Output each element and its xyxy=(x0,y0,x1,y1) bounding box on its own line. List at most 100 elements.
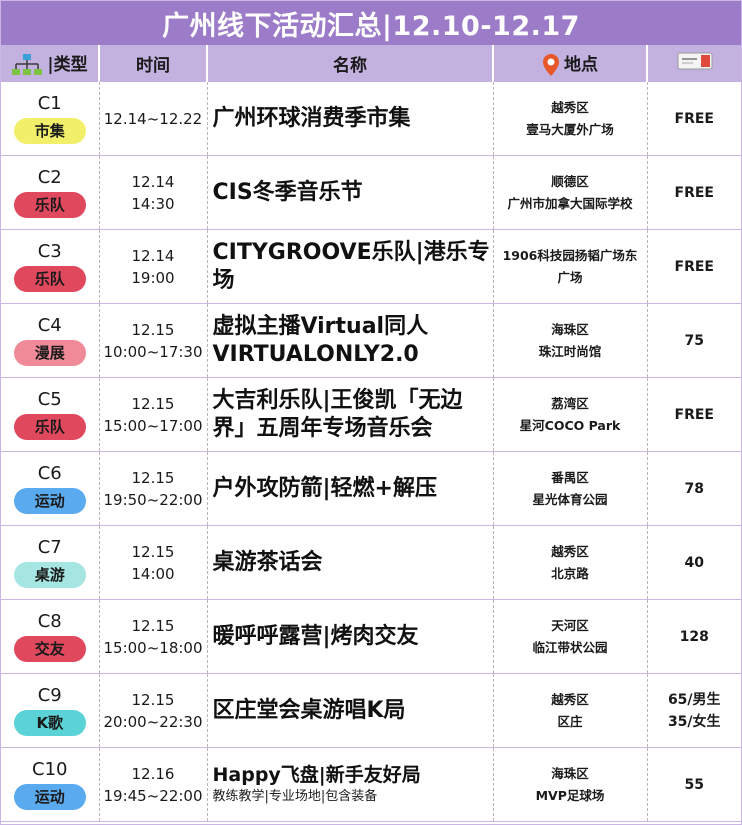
location-place: 区庄 xyxy=(557,713,583,729)
activity-time: 14:00 xyxy=(131,564,175,583)
price-cell: 128 xyxy=(647,599,741,674)
header-price xyxy=(647,45,741,82)
time-cell: 12.15 19:50~22:00 xyxy=(99,451,208,526)
location-district: 番禺区 xyxy=(551,469,589,485)
type-cell: C8 交友 xyxy=(1,599,100,674)
activity-code: C6 xyxy=(37,463,62,484)
location-cell: 天河区 临江带状公园 xyxy=(493,599,648,674)
name-cell: 广州环球消费季市集 xyxy=(207,82,494,156)
activity-time: 19:45~22:00 xyxy=(103,786,203,805)
category-badge: 漫展 xyxy=(13,340,86,366)
location-cell: 1906科技园扬韬广场东 广场 xyxy=(493,229,648,304)
hierarchy-icon xyxy=(12,54,43,75)
activity-subtitle: 教练教学|专业场地|包含装备 xyxy=(212,789,378,804)
activity-date: 12.14 xyxy=(131,246,175,265)
location-place: 壹马大厦外广场 xyxy=(526,121,614,137)
type-cell: C3 乐队 xyxy=(1,229,100,304)
activity-date: 12.15 xyxy=(131,542,175,561)
activity-time: 15:00~18:00 xyxy=(103,638,203,657)
activity-code: C5 xyxy=(37,389,62,410)
location-district: 海珠区 xyxy=(551,321,589,337)
location-cell: 越秀区壹马大厦外广场 xyxy=(493,82,648,156)
activity-time: 15:00~17:00 xyxy=(103,416,203,435)
location-cell: 海珠区 MVP足球场 xyxy=(493,747,648,822)
location-district: 越秀区 xyxy=(551,99,589,115)
price-value: 78 xyxy=(684,480,704,497)
activity-code: C10 xyxy=(32,759,68,780)
table-row: C1 市集 12.14~12.22 广州环球消费季市集 越秀区 壹马大厦外广场 FREE xyxy=(1,82,741,156)
location-place: 星光体育公园 xyxy=(532,491,608,507)
time-cell: 12.15 20:00~22:30 xyxy=(99,673,208,748)
location-district: 1906科技园扬韬广场东 xyxy=(502,247,638,263)
type-cell: C1 市集 xyxy=(1,82,100,156)
name-cell: CIS冬季音乐节 xyxy=(207,155,494,230)
header-location: 地点 xyxy=(493,45,648,82)
location-cell: 顺德区 广州市加拿大国际学校 xyxy=(493,155,648,230)
table-row: C10 运动 12.16 19:45~22:00 Happy飞盘|新手友好局 教练教学|专… xyxy=(1,747,741,822)
location-cell: 海珠区 珠江时尚馆 xyxy=(493,303,648,378)
table-row: C6 运动 12.15 19:50~22:00 户外攻防箭|轻燃+解压 番禺区 星光体育公园… xyxy=(1,451,741,526)
location-district: 越秀区 xyxy=(551,691,589,707)
activity-name: CIS冬季音乐节 xyxy=(212,179,363,205)
price-cell: 75 xyxy=(647,303,741,378)
category-badge: 乐队 xyxy=(13,414,86,440)
name-cell: 区庄堂会桌游唱K局 xyxy=(207,673,494,748)
price-cell: FREE xyxy=(647,155,741,230)
activity-code: C4 xyxy=(37,315,62,336)
header-name: 名称 xyxy=(207,45,494,82)
activity-name: 广州环球消费季市集 xyxy=(212,105,411,131)
location-district: 海珠区 xyxy=(551,765,589,781)
price-cell: 78 xyxy=(647,451,741,526)
activity-date: 12.15 xyxy=(131,468,175,487)
type-cell: C2 乐队 xyxy=(1,155,100,230)
price-cell: 40 xyxy=(647,525,741,600)
activity-code: C8 xyxy=(37,611,62,632)
name-cell: Happy飞盘|新手友好局教练教学|专业场地|包含装备 xyxy=(207,747,494,822)
activity-name: Happy飞盘|新手友好局 xyxy=(212,764,421,786)
type-cell: C5 乐队 xyxy=(1,377,100,452)
activity-name: 区庄堂会桌游唱K局 xyxy=(212,697,406,723)
header-time: 时间 xyxy=(99,45,208,82)
header-type-label: |类型 xyxy=(47,55,88,75)
type-cell: C10 运动 xyxy=(1,747,100,822)
page-title: 广州线下活动汇总|12.10-12.17 xyxy=(1,1,741,45)
price-value: FREE xyxy=(674,110,714,127)
type-cell: C7 桌游 xyxy=(1,525,100,600)
price-cell: FREE xyxy=(647,377,741,452)
time-cell: 12.15 14:00 xyxy=(99,525,208,600)
location-cell: 越秀区 区庄 xyxy=(493,673,648,748)
table-row: C7 桌游 12.15 14:00 桌游茶话会 越秀区 北京路 40 xyxy=(1,525,741,600)
table-row: C8 交友 12.15 15:00~18:00 暖呼呼露营|烤肉交友 天河区 临江带状公园 1… xyxy=(1,599,741,674)
location-pin-icon xyxy=(543,54,559,76)
price-value: FREE xyxy=(674,184,714,201)
location-place: 北京路 xyxy=(551,565,589,581)
price-value: 128 xyxy=(679,628,709,645)
price-cell: FREE xyxy=(647,82,741,156)
price-cell: 65/男生 35/女生 xyxy=(647,673,741,748)
activity-date: 12.15 xyxy=(131,690,175,709)
activity-date: 12.15 xyxy=(131,616,175,635)
name-cell: 虚拟主播Virtual同人VIRTUALONLY2.0 xyxy=(207,303,494,378)
table-row: C2 乐队 12.14 14:30 CIS冬季音乐节 顺德区 广州市加拿大国际学校 FREE xyxy=(1,155,741,230)
time-cell: 12.15 10:00~17:30 xyxy=(99,303,208,378)
location-cell: 越秀区 北京路 xyxy=(493,525,648,600)
name-cell: 暖呼呼露营|烤肉交友 xyxy=(207,599,494,674)
table-row: C3 乐队 12.14 19:00 CITYGROOVE乐队|港乐专场 1906科技园扬韬… xyxy=(1,229,741,304)
name-cell: 桌游茶话会 xyxy=(207,525,494,600)
time-cell: 12.15 15:00~18:00 xyxy=(99,599,208,674)
activity-time: 10:00~17:30 xyxy=(103,342,203,361)
table-row: C4 漫展 12.15 10:00~17:30 虚拟主播Virtual同人VIRTUAL… xyxy=(1,303,741,378)
category-badge: 桌游 xyxy=(13,562,86,588)
price-cell: 55 xyxy=(647,747,741,822)
type-cell: C4 漫展 xyxy=(1,303,100,378)
price-value: FREE xyxy=(674,406,714,423)
location-cell: 番禺区 星光体育公园 xyxy=(493,451,648,526)
table-header-row: |类型 时间 名称 地点 xyxy=(1,45,741,82)
activity-code: C1 xyxy=(37,93,62,114)
header-location-label: 地点 xyxy=(564,55,598,75)
activity-code: C2 xyxy=(37,167,62,188)
location-district: 顺德区 xyxy=(551,173,589,189)
table-row: C9 K歌 12.15 20:00~22:30 区庄堂会桌游唱K局 越秀区 区庄 65/男生 3… xyxy=(1,673,741,748)
activity-sheet: 广州线下活动汇总|12.10-12.17 |类型 时间 名称 地点 C1 市集 … xyxy=(0,0,742,825)
time-cell: 12.14 14:30 xyxy=(99,155,208,230)
